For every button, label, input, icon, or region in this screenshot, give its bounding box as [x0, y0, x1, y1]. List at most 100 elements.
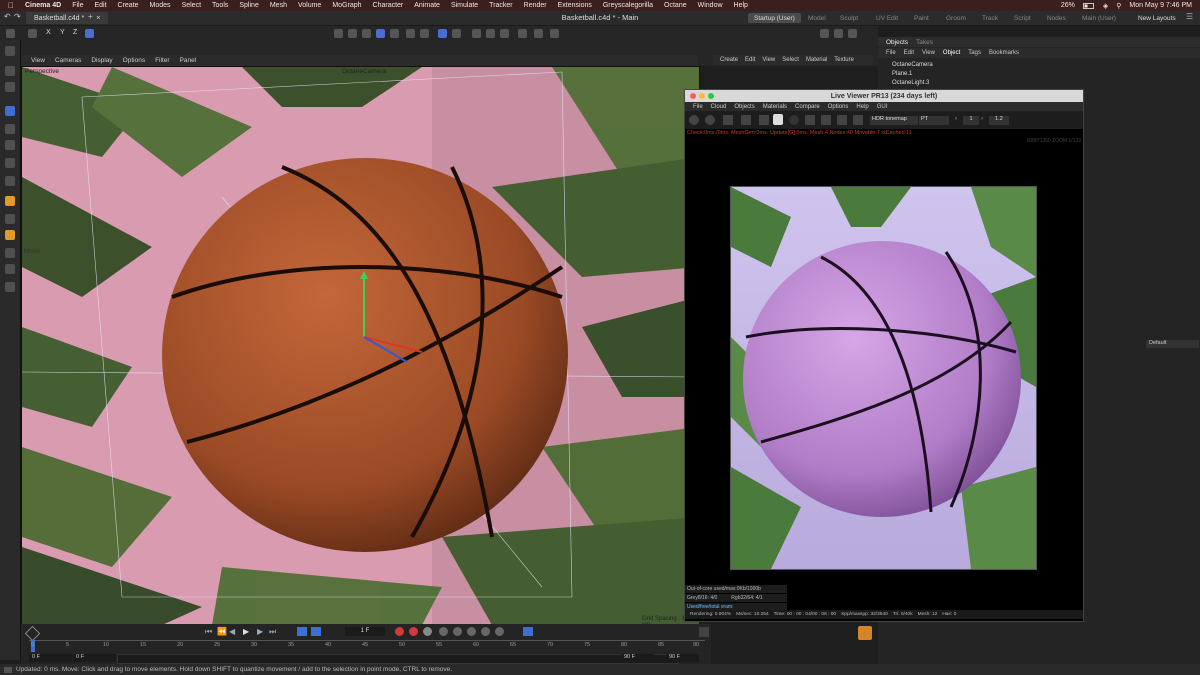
cube-icon[interactable]: [5, 214, 15, 224]
layout-script[interactable]: Script: [1014, 13, 1031, 23]
menu-greyscalegorilla[interactable]: Greyscalegorilla: [603, 2, 653, 9]
go-to-start-icon[interactable]: ⏮: [205, 627, 212, 637]
white-balance-icon[interactable]: [853, 115, 863, 125]
layout-uv-edit[interactable]: UV Edit: [876, 13, 898, 23]
tonemap-select[interactable]: HDR tonemap: [870, 116, 918, 125]
lv-menu-help[interactable]: Help: [856, 104, 868, 110]
send-scene-icon[interactable]: [689, 115, 699, 125]
kernel-select[interactable]: PT: [919, 116, 949, 125]
menu-extensions[interactable]: Extensions: [558, 2, 592, 9]
objects-menu-bookmarks[interactable]: Bookmarks: [989, 50, 1019, 56]
spline-pen-icon[interactable]: [5, 264, 15, 274]
model-mode-icon[interactable]: [6, 29, 15, 38]
bulb-light-icon[interactable]: [5, 196, 15, 206]
snap-icon[interactable]: [438, 29, 447, 38]
position-key-icon[interactable]: [439, 627, 448, 636]
lock-icon[interactable]: [773, 114, 783, 125]
material-menu-texture[interactable]: Texture: [834, 57, 854, 63]
keyframe-icon[interactable]: [24, 625, 41, 642]
render-queue-icon[interactable]: [858, 626, 872, 640]
render-picture-viewer-icon[interactable]: [834, 29, 843, 38]
viewport-menu-panel[interactable]: Panel: [180, 57, 197, 64]
lv-menu-cloud[interactable]: Cloud: [711, 104, 727, 110]
lv-menu-compare[interactable]: Compare: [795, 104, 820, 110]
viewport-menu-display[interactable]: Display: [91, 57, 112, 64]
region-icon[interactable]: [821, 115, 831, 125]
pause-render-icon[interactable]: [723, 115, 733, 125]
battery-icon[interactable]: [1082, 2, 1095, 9]
stop-render-icon[interactable]: [741, 115, 751, 125]
menu-character[interactable]: Character: [373, 2, 404, 9]
display-icon[interactable]: [550, 29, 559, 38]
timeline-window-icon[interactable]: [699, 627, 709, 637]
menu-octane[interactable]: Octane: [664, 2, 687, 9]
selection-tool-icon[interactable]: [5, 66, 15, 76]
loop-icon[interactable]: [297, 627, 307, 636]
menu-spline[interactable]: Spline: [239, 2, 258, 9]
tab-takes[interactable]: Takes: [916, 39, 933, 46]
zoom-window-icon[interactable]: [708, 93, 714, 99]
start-frame-field[interactable]: 0 F: [29, 654, 72, 662]
lv-menu-gui[interactable]: GUI: [877, 104, 888, 110]
menu-mograph[interactable]: MoGraph: [332, 2, 361, 9]
rotate-tool-icon[interactable]: [5, 124, 15, 134]
layout-groom[interactable]: Groom: [946, 13, 966, 23]
axis-mode-icon[interactable]: [406, 29, 415, 38]
objects-menu-object[interactable]: Object: [943, 50, 960, 56]
record-icon[interactable]: [395, 627, 404, 636]
lv-menu-materials[interactable]: Materials: [763, 104, 787, 110]
end-frame-field[interactable]: 90 F: [666, 654, 699, 662]
menu-icon[interactable]: ☰: [1186, 12, 1193, 21]
object-mode-icon[interactable]: [376, 29, 385, 38]
search-icon[interactable]: ⚲: [1116, 2, 1121, 10]
viewport-menu-cameras[interactable]: Cameras: [55, 57, 81, 64]
attributes-preset-select[interactable]: Default: [1146, 340, 1199, 348]
render-view-icon[interactable]: [820, 29, 829, 38]
axis-z-button[interactable]: Z: [73, 29, 77, 36]
menu-mesh[interactable]: Mesh: [270, 2, 287, 9]
rotation-key-icon[interactable]: [453, 627, 462, 636]
measure-tool-icon[interactable]: [5, 176, 15, 186]
lv-menu-objects[interactable]: Objects: [734, 104, 754, 110]
layout-track[interactable]: Track: [982, 13, 998, 23]
preview-end-field[interactable]: 90 F: [621, 654, 654, 662]
brush-icon[interactable]: [5, 248, 15, 258]
next-arrow-icon[interactable]: ›: [981, 116, 983, 122]
menu-create[interactable]: Create: [118, 2, 139, 9]
preview-start-field[interactable]: 0 F: [73, 654, 116, 662]
wifi-icon[interactable]: ◈: [1103, 2, 1108, 10]
menu-help[interactable]: Help: [734, 2, 748, 9]
viewport-camera-label[interactable]: OctaneCamera: [342, 68, 386, 75]
view-icon[interactable]: [534, 29, 543, 38]
objects-menu-edit[interactable]: Edit: [904, 50, 914, 56]
live-selection-icon[interactable]: [5, 82, 15, 92]
axis-y-button[interactable]: Y: [60, 29, 65, 36]
transform-tool-icon[interactable]: [5, 158, 15, 168]
viewport-perspective[interactable]: Perspective OctaneCamera Move Grid Spaci…: [21, 66, 700, 626]
world-coordinate-icon[interactable]: [85, 29, 94, 38]
next-frame-icon[interactable]: ▶: [257, 627, 263, 636]
live-viewer-titlebar[interactable]: Live Viewer PR13 (234 days left): [685, 90, 1083, 102]
clock[interactable]: Mon May 9 7:46 PM: [1129, 2, 1192, 9]
layout-nodes[interactable]: Nodes: [1047, 13, 1066, 23]
material-menu-create[interactable]: Create: [720, 57, 738, 63]
layout-main-user[interactable]: Main (User): [1082, 13, 1116, 23]
edges-mode-icon[interactable]: [348, 29, 357, 38]
new-layouts-button[interactable]: New Layouts: [1138, 13, 1176, 23]
tweak-icon[interactable]: [420, 29, 429, 38]
menu-animate[interactable]: Animate: [414, 2, 440, 9]
object-row[interactable]: OctaneCamera: [878, 60, 1200, 69]
viewport-menu-filter[interactable]: Filter: [155, 57, 169, 64]
menu-edit[interactable]: Edit: [94, 2, 106, 9]
render-settings-icon[interactable]: [848, 29, 857, 38]
material-menu-select[interactable]: Select: [782, 57, 799, 63]
uv-mode-icon[interactable]: [390, 29, 399, 38]
layout-sculpt[interactable]: Sculpt: [840, 13, 858, 23]
tab-objects[interactable]: Objects: [886, 39, 908, 46]
apple-icon[interactable]: : [8, 1, 14, 10]
material-menu-view[interactable]: View: [762, 57, 775, 63]
menu-app-name[interactable]: Cinema 4D: [25, 2, 61, 9]
sphere-icon[interactable]: [789, 115, 799, 125]
value-field-2[interactable]: 1.2: [989, 116, 1009, 125]
scale-key-icon[interactable]: [467, 627, 476, 636]
